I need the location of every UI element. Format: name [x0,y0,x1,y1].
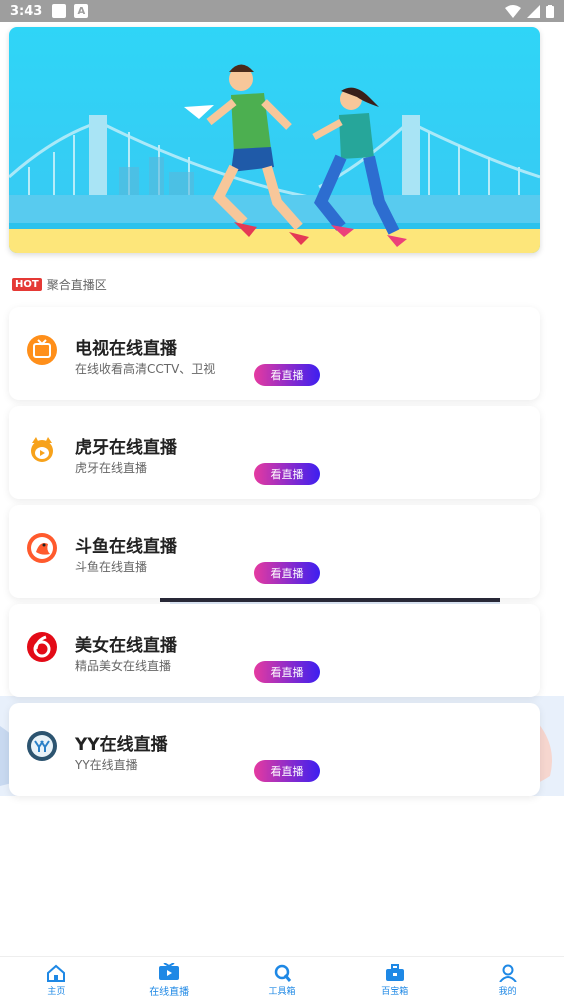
notification-icon [52,4,67,18]
section-title: 聚合直播区 [46,278,107,292]
nav-label: 在线直播 [149,987,190,998]
live-list: 电视在线直播 在线收看高清CCTV、卫视 看直播 虎牙在线直播 虎牙在线直播 看… [9,307,540,802]
card-title: YY在线直播 [75,735,168,755]
card-title: 虎牙在线直播 [75,438,177,458]
wrench-icon [274,964,292,982]
watch-live-button[interactable]: 看直播 [254,562,320,584]
card-tv-live[interactable]: 电视在线直播 在线收看高清CCTV、卫视 看直播 [9,307,540,400]
hot-badge: HOT [12,278,42,291]
watch-live-button[interactable]: 看直播 [254,463,320,485]
watch-live-button[interactable]: 看直播 [254,661,320,683]
nav-profile[interactable]: 我的 [451,957,564,1004]
card-title: 美女在线直播 [75,636,177,656]
section-header: HOT 聚合直播区 [12,276,107,293]
card-title: 斗鱼在线直播 [75,537,177,557]
signal-icon [527,4,540,18]
user-icon [498,964,517,982]
card-beauty-live[interactable]: 美女在线直播 精品美女在线直播 看直播 [9,604,540,697]
tv-play-icon [159,963,180,980]
nav-label: 工具箱 [268,987,296,997]
nav-home[interactable]: 主页 [0,957,113,1004]
nav-live[interactable]: 在线直播 [113,957,226,1004]
nav-treasure[interactable]: 百宝箱 [338,957,451,1004]
nav-label: 百宝箱 [381,987,409,997]
wifi-icon [505,4,521,18]
card-subtitle: YY在线直播 [75,758,138,772]
banner[interactable] [9,27,540,253]
watch-live-button[interactable]: 看直播 [254,760,320,782]
a-badge-icon: A [74,4,89,18]
card-yy-live[interactable]: YY在线直播 YY在线直播 看直播 [9,703,540,796]
nav-label: 主页 [47,987,66,997]
home-icon [47,964,66,982]
douyu-logo-icon [27,533,57,563]
status-time: 3:43 [10,3,43,19]
card-douyu-live[interactable]: 斗鱼在线直播 斗鱼在线直播 看直播 [9,505,540,598]
battery-icon [546,4,554,18]
card-title: 电视在线直播 [75,339,177,359]
card-subtitle: 精品美女在线直播 [75,659,172,673]
watch-live-button[interactable]: 看直播 [254,364,320,386]
huya-logo-icon [31,437,53,462]
status-bar: 3:43 A [0,0,564,22]
nav-toolbox[interactable]: 工具箱 [226,957,339,1004]
card-subtitle: 斗鱼在线直播 [75,560,148,574]
beauty-logo-icon [27,632,57,662]
tv-logo-icon [27,335,57,365]
card-subtitle: 在线收看高清CCTV、卫视 [75,362,216,376]
briefcase-icon [385,964,404,981]
yy-logo-icon [27,731,57,761]
card-huya-live[interactable]: 虎牙在线直播 虎牙在线直播 看直播 [9,406,540,499]
card-subtitle: 虎牙在线直播 [75,461,148,475]
nav-label: 我的 [498,987,517,997]
bottom-nav: 主页 在线直播 工具箱 百宝箱 我的 [0,956,564,1004]
banner-illustration [9,27,540,253]
